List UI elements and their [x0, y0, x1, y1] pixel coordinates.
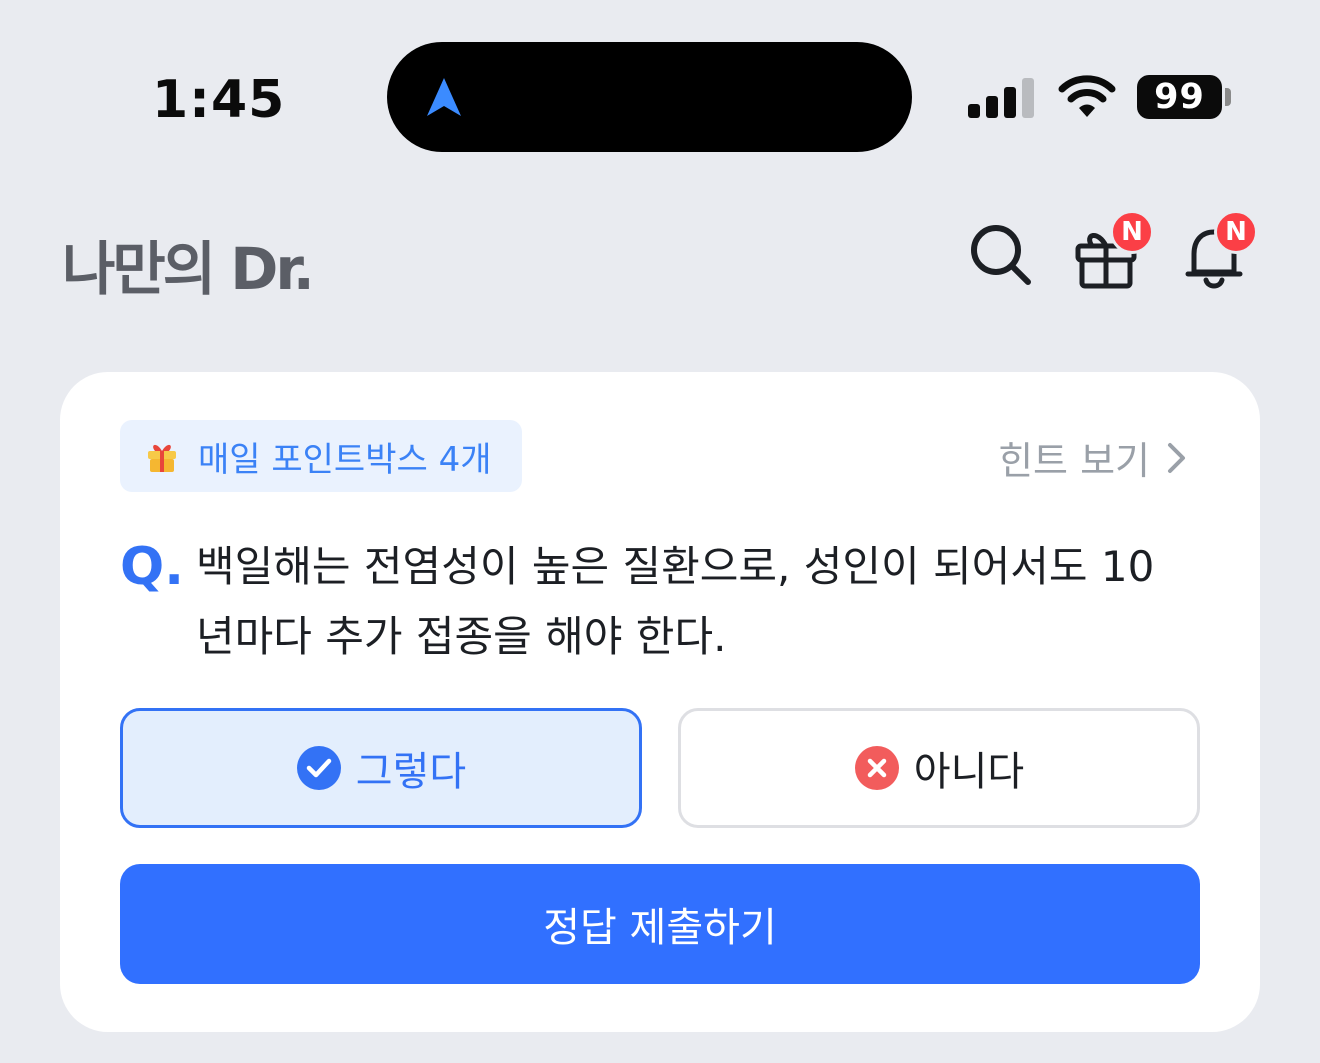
- status-time: 1:45: [152, 70, 286, 130]
- cellular-signal-icon: [968, 78, 1034, 118]
- option-no-button[interactable]: 아니다: [678, 708, 1200, 828]
- search-icon: [971, 225, 1031, 285]
- hint-link[interactable]: 힌트 보기: [998, 430, 1188, 485]
- question-text: 백일해는 전염성이 높은 질환으로, 성인이 되어서도 10년마다 추가 접종을…: [196, 542, 1155, 661]
- quiz-card: 매일 포인트박스 4개 힌트 보기 Q. 백일해는 전염성이 높은 질환으로, …: [60, 372, 1260, 1032]
- hint-label: 힌트 보기: [998, 439, 1150, 483]
- dynamic-island: [387, 42, 912, 152]
- option-no-label: 아니다: [913, 749, 1025, 795]
- battery-tip: [1225, 88, 1231, 106]
- x-circle-icon: [854, 746, 899, 790]
- wifi-icon: [1058, 75, 1116, 117]
- gift-notification-badge: N: [1110, 210, 1154, 254]
- status-bar: 1:45 99: [0, 0, 1320, 160]
- app-logo[interactable]: 나만의 Dr.: [62, 222, 315, 306]
- battery-indicator: 99: [1137, 75, 1222, 119]
- pointbox-label: 매일 포인트박스 4개: [198, 439, 492, 480]
- gift-button[interactable]: N: [1072, 210, 1154, 292]
- option-yes-button[interactable]: 그렇다: [120, 708, 642, 828]
- check-circle-icon: [296, 746, 341, 790]
- submit-answer-button[interactable]: 정답 제출하기: [120, 864, 1200, 984]
- gift-emoji-icon: [148, 444, 176, 472]
- pointbox-chip[interactable]: 매일 포인트박스 4개: [120, 420, 522, 492]
- bell-notification-badge: N: [1214, 210, 1258, 254]
- option-yes-label: 그렇다: [355, 749, 467, 795]
- question-prefix: Q.: [120, 537, 184, 597]
- question: Q. 백일해는 전염성이 높은 질환으로, 성인이 되어서도 10년마다 추가 …: [120, 532, 1180, 672]
- notification-button[interactable]: N: [1180, 210, 1258, 292]
- app-header: 나만의 Dr. N N: [0, 200, 1320, 310]
- search-button[interactable]: [966, 220, 1038, 292]
- navigation-arrow-icon: [427, 78, 461, 116]
- chevron-right-icon: [1168, 442, 1185, 473]
